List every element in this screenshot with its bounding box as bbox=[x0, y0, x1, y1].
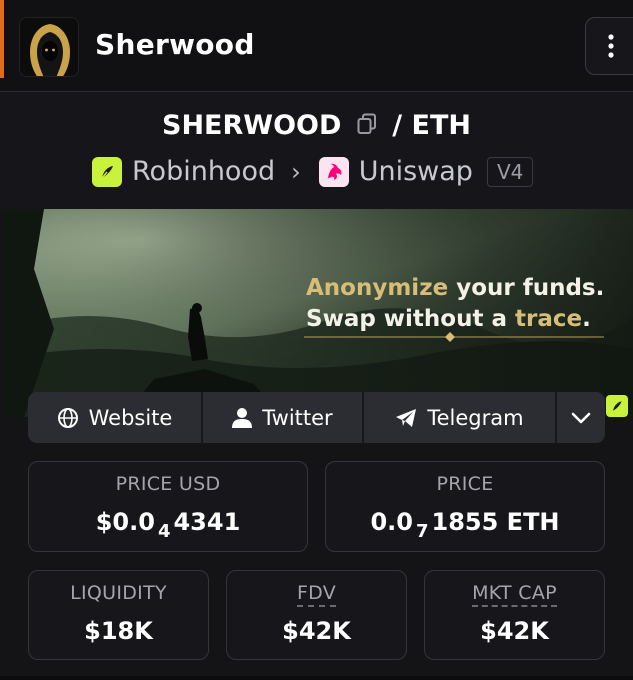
chevron-right-icon: › bbox=[291, 157, 301, 186]
chain-name[interactable]: Robinhood bbox=[132, 156, 275, 187]
robinhood-badge-icon bbox=[606, 395, 628, 417]
liquidity-label: LIQUIDITY bbox=[70, 582, 167, 604]
globe-icon bbox=[57, 407, 78, 428]
dex-version-badge: V4 bbox=[486, 156, 534, 187]
pair-title: SHERWOOD / ETH bbox=[0, 110, 633, 142]
base-symbol: SHERWOOD bbox=[162, 110, 342, 141]
banner-tagline: Anonymize your funds. Swap without a tra… bbox=[306, 273, 604, 335]
pair-info: SHERWOOD / ETH Robinhood › Uniswap V4 bbox=[0, 92, 633, 209]
fdv-label: FDV bbox=[227, 582, 406, 607]
user-icon bbox=[232, 407, 253, 428]
website-button[interactable]: Website bbox=[28, 392, 203, 443]
telegram-label: Telegram bbox=[427, 405, 524, 430]
chain-breadcrumb: Robinhood › Uniswap V4 bbox=[92, 156, 534, 187]
vertical-dots-icon bbox=[608, 34, 614, 58]
twitter-button[interactable]: Twitter bbox=[203, 392, 364, 443]
more-links-dropdown[interactable] bbox=[557, 392, 605, 443]
dex-name[interactable]: Uniswap bbox=[359, 156, 473, 187]
accent-edge bbox=[0, 0, 4, 78]
price-eth-card: PRICE 0.0 7 1855 ETH bbox=[325, 461, 605, 552]
price-usd-label: PRICE USD bbox=[115, 473, 221, 495]
price-usd-value: $0.0 4 4341 bbox=[95, 508, 241, 542]
token-header: Sherwood bbox=[0, 0, 633, 92]
more-menu-button[interactable] bbox=[585, 17, 633, 75]
quote-symbol: ETH bbox=[411, 110, 471, 141]
fdv-value: $42K bbox=[282, 617, 351, 645]
website-label: Website bbox=[88, 405, 173, 430]
market-cap-label: MKT CAP bbox=[425, 582, 604, 607]
liquidity-card: LIQUIDITY $18K bbox=[28, 570, 209, 660]
tagline-line-1: Anonymize your funds. bbox=[306, 275, 605, 301]
market-cap-card[interactable]: MKT CAP $42K bbox=[424, 570, 605, 660]
token-avatar bbox=[19, 17, 79, 77]
pair-separator: / bbox=[392, 110, 403, 141]
tagline-line-2: Swap without a trace. bbox=[306, 306, 591, 332]
price-usd-card: PRICE USD $0.0 4 4341 bbox=[28, 461, 308, 552]
chevron-down-icon bbox=[571, 412, 591, 423]
twitter-label: Twitter bbox=[262, 405, 333, 430]
price-eth-value: 0.0 7 1855 ETH bbox=[370, 508, 560, 542]
market-cap-value: $42K bbox=[480, 617, 549, 645]
liquidity-value: $18K bbox=[84, 617, 153, 645]
token-title: Sherwood bbox=[95, 28, 255, 61]
paper-plane-icon bbox=[396, 408, 417, 427]
bottom-edge bbox=[0, 676, 633, 680]
copy-icon[interactable] bbox=[357, 111, 377, 142]
hooded-figure-logo bbox=[20, 18, 78, 76]
uniswap-icon bbox=[318, 156, 349, 187]
robinhood-chain-icon bbox=[92, 156, 122, 187]
promo-banner: Anonymize your funds. Swap without a tra… bbox=[4, 209, 633, 417]
telegram-button[interactable]: Telegram bbox=[364, 392, 557, 443]
price-eth-label: PRICE bbox=[436, 473, 494, 495]
social-links-bar: Website Twitter Telegram bbox=[28, 392, 605, 443]
fdv-card[interactable]: FDV $42K bbox=[226, 570, 407, 660]
